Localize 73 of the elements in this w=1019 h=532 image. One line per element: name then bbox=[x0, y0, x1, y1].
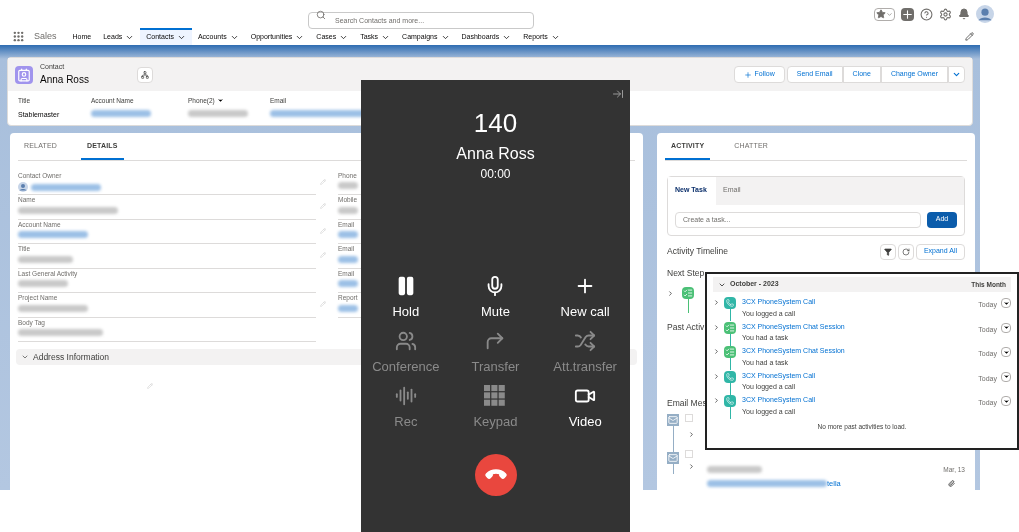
help-icon[interactable] bbox=[920, 7, 933, 21]
chevron-right-icon[interactable] bbox=[713, 323, 720, 331]
chevron-down-icon bbox=[440, 33, 450, 42]
chevron-down-icon bbox=[295, 33, 305, 42]
add-icon[interactable] bbox=[901, 7, 914, 21]
caret-icon bbox=[952, 70, 961, 79]
row-menu-button[interactable] bbox=[1001, 298, 1011, 308]
edit-icon[interactable] bbox=[965, 32, 974, 41]
chevron-down-icon bbox=[381, 33, 391, 42]
call-control-button[interactable]: Hold bbox=[361, 275, 451, 318]
refresh-icon[interactable] bbox=[897, 243, 914, 260]
favorites-button[interactable] bbox=[874, 7, 895, 21]
call-control-button[interactable]: Rec bbox=[361, 385, 451, 428]
row-menu-button[interactable] bbox=[1001, 396, 1011, 406]
caret-icon bbox=[1002, 299, 1010, 307]
sound-wave-icon bbox=[394, 385, 417, 407]
notifications-icon[interactable] bbox=[958, 8, 970, 20]
chevron-down-icon bbox=[339, 33, 349, 42]
app-launcher-icon[interactable] bbox=[13, 31, 24, 42]
section-title: Activity Timeline bbox=[667, 245, 728, 258]
app-name: Sales bbox=[34, 29, 57, 43]
call-control-button[interactable]: Keypad bbox=[450, 385, 541, 428]
keypad-icon bbox=[484, 385, 507, 407]
caret-icon bbox=[886, 10, 893, 18]
checkbox[interactable] bbox=[685, 413, 693, 422]
record-name: Anna Ross bbox=[40, 73, 90, 88]
task-icon bbox=[724, 346, 736, 358]
star-icon bbox=[876, 9, 886, 19]
caret-icon bbox=[1002, 397, 1010, 405]
call-number: 140 bbox=[473, 110, 518, 136]
hierarchy-button[interactable] bbox=[137, 66, 153, 83]
chevron-right-icon[interactable] bbox=[713, 348, 720, 355]
row-menu-button[interactable] bbox=[1001, 371, 1011, 382]
caret-icon[interactable] bbox=[216, 97, 224, 105]
chevron-right-icon[interactable] bbox=[688, 462, 695, 470]
filter-icon[interactable] bbox=[879, 243, 896, 260]
caret-icon bbox=[1002, 348, 1010, 356]
plus-icon bbox=[743, 70, 752, 79]
chevron-down-icon bbox=[125, 33, 135, 42]
row-menu-button[interactable] bbox=[1001, 347, 1011, 357]
call-control-button[interactable]: Video bbox=[540, 385, 630, 428]
settings-icon[interactable] bbox=[939, 7, 952, 21]
chevron-right-icon[interactable] bbox=[713, 299, 720, 306]
exit-icon[interactable] bbox=[612, 88, 624, 100]
row-menu-button[interactable] bbox=[1001, 322, 1011, 333]
call-control-button[interactable]: Mute bbox=[450, 275, 541, 318]
caret-icon bbox=[1002, 373, 1010, 380]
call-control-button[interactable]: New call bbox=[540, 275, 630, 318]
chevron-right-icon[interactable] bbox=[688, 430, 695, 438]
search-icon bbox=[316, 9, 326, 20]
shuffle-icon bbox=[574, 330, 597, 352]
chevron-down-icon bbox=[21, 353, 29, 361]
hang-up-button[interactable] bbox=[474, 454, 517, 496]
task-icon bbox=[724, 321, 736, 334]
chevron-down-icon bbox=[550, 33, 560, 42]
chevron-right-icon[interactable] bbox=[713, 397, 720, 404]
chevron-down-icon bbox=[229, 33, 239, 42]
attachment-icon bbox=[948, 479, 955, 487]
call-duration: 00:00 bbox=[480, 168, 511, 180]
redacted-value bbox=[707, 466, 762, 474]
chevron-right-icon[interactable] bbox=[667, 290, 674, 298]
people-icon bbox=[394, 330, 417, 352]
contact-card-icon bbox=[15, 65, 33, 84]
chevron-down-icon bbox=[502, 33, 512, 42]
chevron-right-icon[interactable] bbox=[713, 372, 720, 380]
avatar-icon bbox=[976, 5, 994, 23]
avatar-icon bbox=[18, 182, 28, 193]
caret-icon bbox=[1002, 324, 1010, 331]
section-title: Past Activ bbox=[667, 321, 705, 334]
caller-name: Anna Ross bbox=[456, 146, 535, 162]
section-title: Next Step bbox=[667, 266, 705, 280]
chevron-down-icon bbox=[176, 33, 186, 42]
checkbox[interactable] bbox=[685, 449, 693, 458]
